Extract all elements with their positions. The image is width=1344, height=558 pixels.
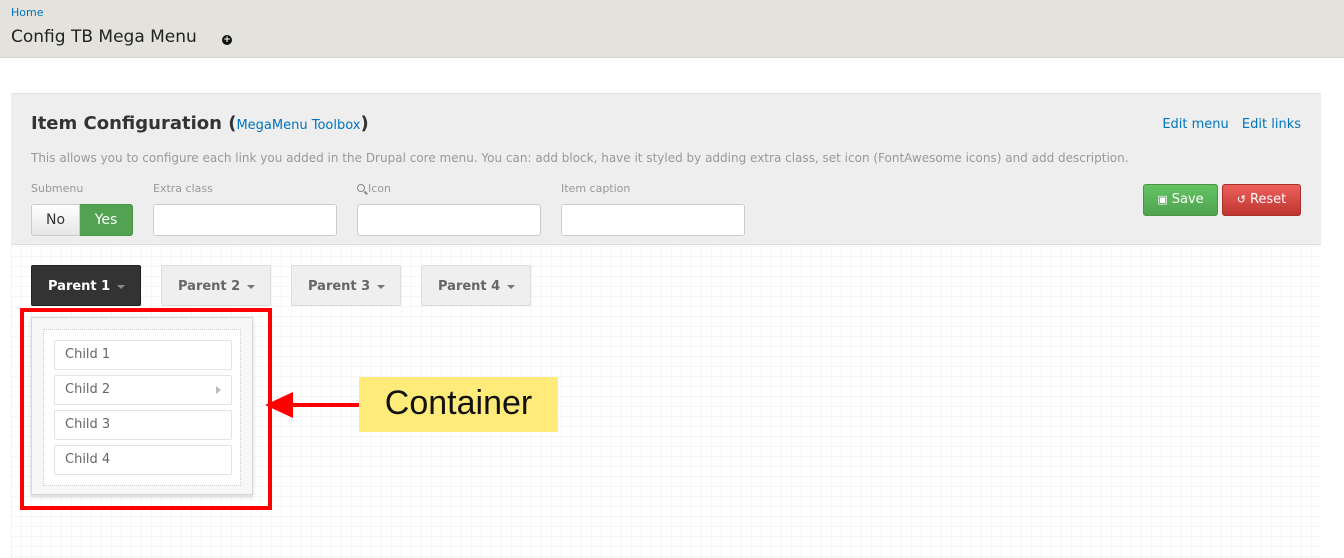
item-caption-input[interactable]: [561, 204, 745, 236]
save-button[interactable]: ▣ Save: [1143, 184, 1218, 216]
page-title: Config TB Mega Menu: [11, 27, 197, 47]
edit-links-link[interactable]: Edit links: [1242, 117, 1301, 132]
arrow-left-icon: [265, 392, 293, 418]
parent-menu-item-1[interactable]: Parent 1: [31, 265, 141, 306]
parent-label: Parent 4: [438, 279, 501, 294]
parent-menu-item-2[interactable]: Parent 2: [161, 265, 271, 306]
save-label: Save: [1171, 192, 1204, 207]
caret-down-icon: [117, 284, 126, 289]
container-annotation-label: Container: [359, 377, 558, 432]
caret-down-icon: [377, 284, 386, 289]
icon-label-text: Icon: [368, 182, 391, 195]
parent-label: Parent 3: [308, 279, 371, 294]
undo-icon: ↺: [1236, 193, 1246, 206]
caret-down-icon: [507, 284, 516, 289]
item-caption-label: Item caption: [561, 182, 631, 195]
megamenu-toolbox-link[interactable]: MegaMenu Toolbox: [236, 118, 360, 133]
item-configuration-panel: Item Configuration (MegaMenu Toolbox) Ed…: [11, 93, 1321, 245]
parent-label: Parent 2: [178, 279, 241, 294]
submenu-no-button[interactable]: No: [31, 204, 80, 236]
search-icon: [357, 184, 365, 192]
submenu-yes-button[interactable]: Yes: [80, 204, 133, 236]
reset-button[interactable]: ↺ Reset: [1222, 184, 1301, 216]
submenu-label: Submenu: [31, 182, 84, 195]
icon-input[interactable]: [357, 204, 541, 236]
floppy-disk-icon: ▣: [1157, 193, 1168, 206]
icon-field-label: Icon: [357, 182, 391, 195]
parent-menu-item-3[interactable]: Parent 3: [291, 265, 401, 306]
container-highlight-box: [20, 308, 272, 510]
admin-header: Home Config TB Mega Menu +: [0, 0, 1344, 58]
caret-down-icon: [247, 284, 256, 289]
panel-links: Edit menu Edit links: [1153, 117, 1301, 132]
add-shortcut-icon[interactable]: +: [222, 35, 232, 45]
panel-title: Item Configuration (MegaMenu Toolbox): [31, 113, 369, 134]
panel-title-text: Item Configuration: [31, 113, 222, 134]
panel-description: This allows you to configure each link y…: [31, 151, 1129, 165]
submenu-toggle: No Yes: [31, 204, 133, 236]
reset-label: Reset: [1249, 192, 1287, 207]
parent-menu-item-4[interactable]: Parent 4: [421, 265, 531, 306]
parent-label: Parent 1: [48, 279, 111, 294]
paren-close: ): [360, 113, 369, 134]
edit-menu-link[interactable]: Edit menu: [1162, 117, 1228, 132]
extra-class-input[interactable]: [153, 204, 337, 236]
annotation-arrow-line: [290, 403, 360, 407]
extra-class-label: Extra class: [153, 182, 213, 195]
breadcrumb-home[interactable]: Home: [11, 6, 43, 19]
